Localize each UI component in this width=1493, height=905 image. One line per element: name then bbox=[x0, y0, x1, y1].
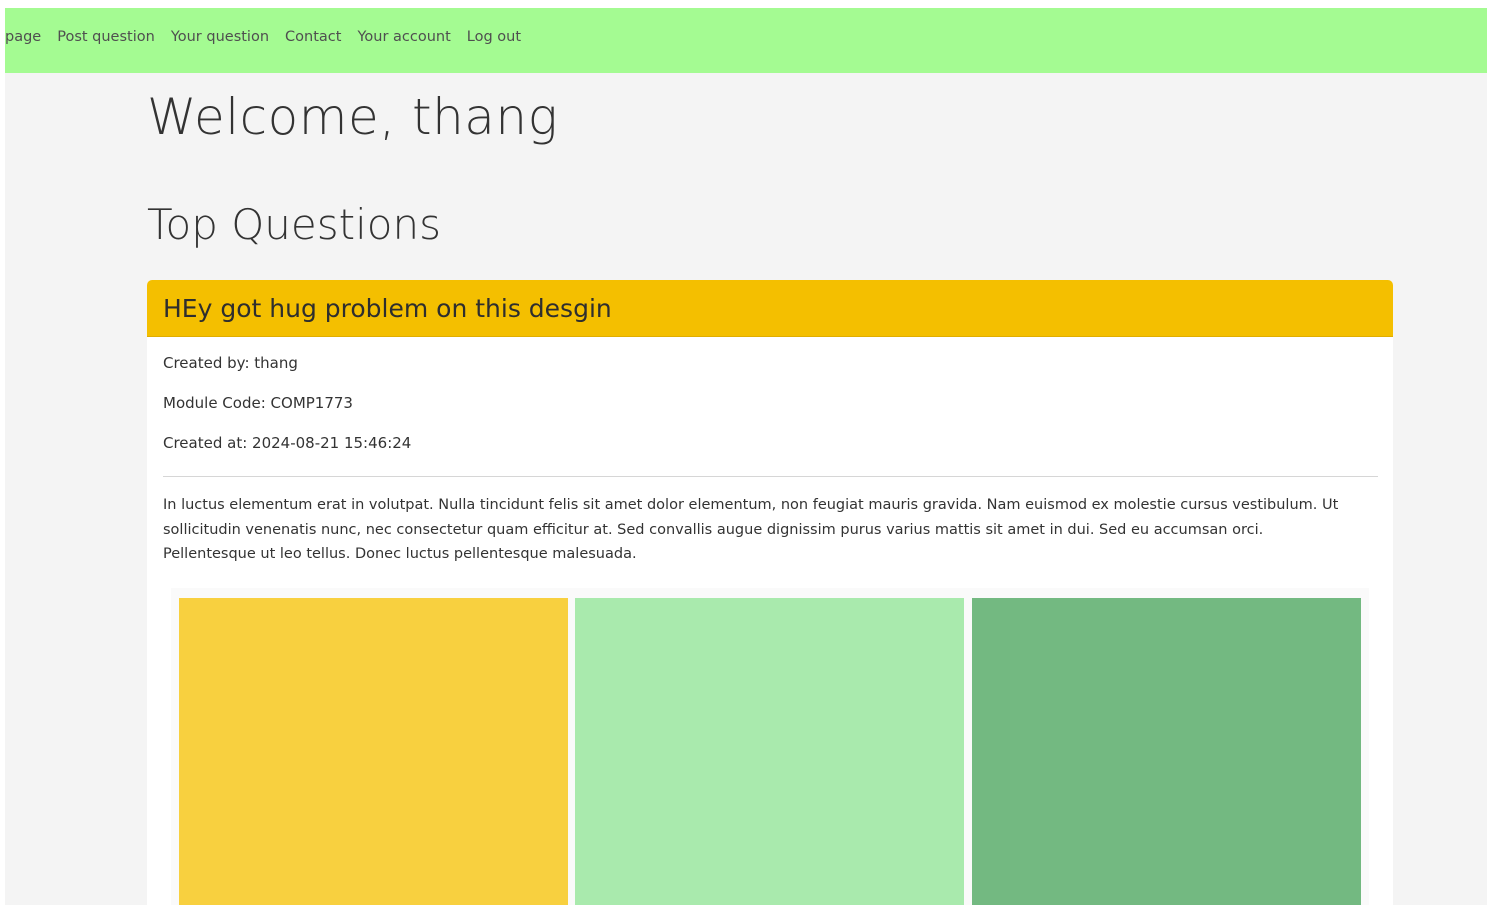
question-card: HEy got hug problem on this desgin Creat… bbox=[147, 280, 1393, 905]
nav-post-question-link[interactable]: Post question bbox=[57, 29, 155, 45]
nav-home-link[interactable]: page bbox=[5, 29, 41, 45]
question-card-header: HEy got hug problem on this desgin bbox=[147, 280, 1393, 337]
page-frame: page Post question Your question Contact… bbox=[5, 8, 1487, 905]
top-navbar: page Post question Your question Contact… bbox=[5, 8, 1487, 73]
section-title: Top Questions bbox=[147, 200, 441, 249]
nav-your-account-link[interactable]: Your account bbox=[357, 29, 450, 45]
nav-logout-link[interactable]: Log out bbox=[467, 29, 521, 45]
nav-contact-link[interactable]: Contact bbox=[285, 29, 341, 45]
welcome-heading: Welcome, thang bbox=[147, 88, 559, 146]
question-image-2[interactable] bbox=[575, 598, 964, 905]
question-body: In luctus elementum erat in volutpat. Nu… bbox=[163, 497, 1339, 562]
question-title[interactable]: HEy got hug problem on this desgin bbox=[163, 294, 612, 323]
created-by: Created by: thang bbox=[163, 354, 298, 372]
nav-your-question-link[interactable]: Your question bbox=[171, 29, 269, 45]
module-code: Module Code: COMP1773 bbox=[163, 394, 353, 412]
image-gallery bbox=[171, 588, 1369, 905]
question-image-1[interactable] bbox=[179, 598, 568, 905]
question-image-3[interactable] bbox=[972, 598, 1361, 905]
created-at: Created at: 2024-08-21 15:46:24 bbox=[163, 434, 412, 452]
card-divider bbox=[163, 476, 1378, 477]
